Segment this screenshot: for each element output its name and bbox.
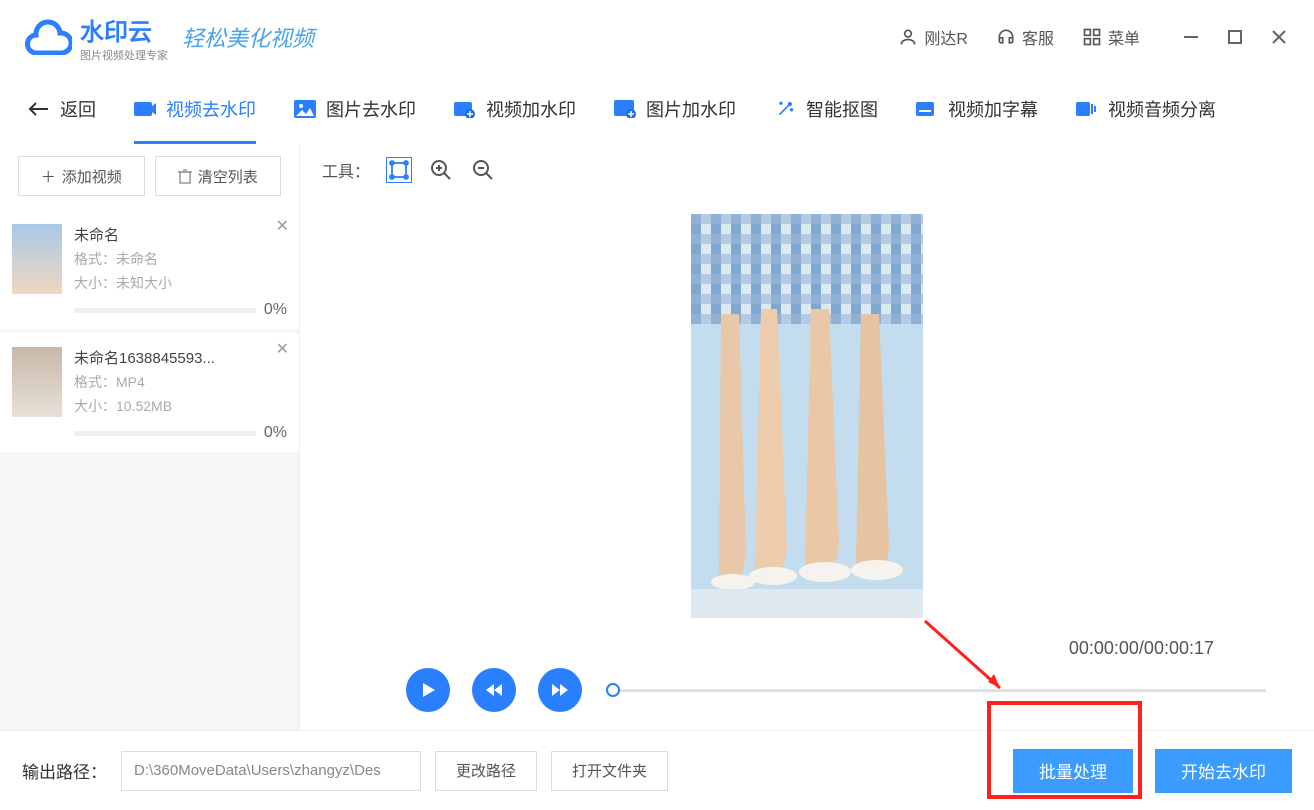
start-remove-watermark-button[interactable]: 开始去水印 [1155,749,1292,793]
file-name: 未命名 [74,224,287,245]
user-icon [898,27,918,47]
tab-label: 图片加水印 [646,96,736,122]
playback-controls: 00:00:00/00:00:17 [300,650,1314,730]
video-icon [134,100,156,118]
play-button[interactable] [406,668,450,712]
remove-file-button[interactable]: ✕ [276,339,289,359]
preview-canvas[interactable] [300,196,1314,650]
image-plus-icon [614,100,636,118]
file-list: 未命名 格式：未命名 大小：未知大小 0% ✕ 未命名1638845593...… [0,210,299,730]
app-name: 水印云 [80,12,168,47]
progress-percent: 0% [264,424,287,442]
add-video-button[interactable]: ＋添加视频 [18,156,145,196]
rewind-button[interactable] [472,668,516,712]
image-icon [294,100,316,118]
menu-button[interactable]: 菜单 [1082,25,1140,49]
minimize-button[interactable] [1180,26,1202,48]
back-button[interactable]: 返回 [28,96,96,122]
sidebar: ＋添加视频 清空列表 未命名 格式：未命名 大小：未知大小 0% ✕ [0,144,300,730]
audio-split-icon [1076,100,1098,118]
support-button[interactable]: 客服 [996,25,1054,49]
batch-process-button[interactable]: 批量处理 [1013,749,1133,793]
close-button[interactable] [1268,26,1290,48]
file-thumbnail [12,224,62,294]
tab-video-add-watermark[interactable]: 视频加水印 [454,96,576,122]
progress-percent: 0% [264,301,287,319]
arrow-left-icon [28,101,50,117]
magic-wand-icon [774,100,796,118]
bottom-bar: 输出路径： 更改路径 打开文件夹 批量处理 开始去水印 [0,730,1314,810]
app-logo: 水印云 图片视频处理专家 轻松美化视频 [24,12,314,63]
progress-bar [74,308,256,313]
user-account[interactable]: 刚达R [898,25,968,49]
time-display: 00:00:00/00:00:17 [1069,638,1214,659]
tab-label: 图片去水印 [326,96,416,122]
headset-icon [996,27,1016,47]
file-item[interactable]: 未命名 格式：未命名 大小：未知大小 0% ✕ [0,210,299,329]
trash-icon [178,168,192,184]
selection-tool[interactable] [386,157,412,183]
tools-row: 工具： [300,144,1314,196]
tab-video-subtitle[interactable]: 视频加字幕 [916,96,1038,122]
preview-area: 工具： [300,144,1314,730]
output-label: 输出路径： [22,758,107,783]
tab-label: 视频加字幕 [948,96,1038,122]
zoom-in-tool[interactable] [428,157,454,183]
maximize-button[interactable] [1224,26,1246,48]
app-subtitle: 图片视频处理专家 [80,47,168,63]
clear-list-button[interactable]: 清空列表 [155,156,282,196]
video-plus-icon [454,100,476,118]
scrubber[interactable] [606,689,1266,692]
open-folder-button[interactable]: 打开文件夹 [551,751,668,791]
tab-label: 智能抠图 [806,96,878,122]
tab-audio-split[interactable]: 视频音频分离 [1076,96,1216,122]
video-preview [691,214,923,618]
file-name: 未命名1638845593... [74,347,287,368]
nav-tabs: 返回 视频去水印 图片去水印 视频加水印 图片加水印 智能抠图 视频加字幕 视频… [0,74,1314,144]
tab-label: 视频加水印 [486,96,576,122]
titlebar: 水印云 图片视频处理专家 轻松美化视频 刚达R 客服 菜单 [0,0,1314,74]
remove-file-button[interactable]: ✕ [276,216,289,236]
output-path-input[interactable] [121,751,421,791]
tab-video-remove-watermark[interactable]: 视频去水印 [134,96,256,122]
file-thumbnail [12,347,62,417]
file-item[interactable]: 未命名1638845593... 格式：MP4 大小：10.52MB 0% ✕ [0,333,299,452]
tools-label: 工具： [322,158,370,182]
plus-icon: ＋ [41,166,56,187]
zoom-out-tool[interactable] [470,157,496,183]
cloud-logo-icon [24,19,72,55]
tagline: 轻松美化视频 [182,21,314,53]
progress-bar [74,431,256,436]
change-path-button[interactable]: 更改路径 [435,751,537,791]
tab-label: 视频去水印 [166,96,256,122]
subtitle-icon [916,100,938,118]
tab-image-add-watermark[interactable]: 图片加水印 [614,96,736,122]
forward-button[interactable] [538,668,582,712]
grid-icon [1082,27,1102,47]
tab-smart-cutout[interactable]: 智能抠图 [774,96,878,122]
tab-image-remove-watermark[interactable]: 图片去水印 [294,96,416,122]
tab-label: 视频音频分离 [1108,96,1216,122]
scrubber-handle[interactable] [606,683,620,697]
